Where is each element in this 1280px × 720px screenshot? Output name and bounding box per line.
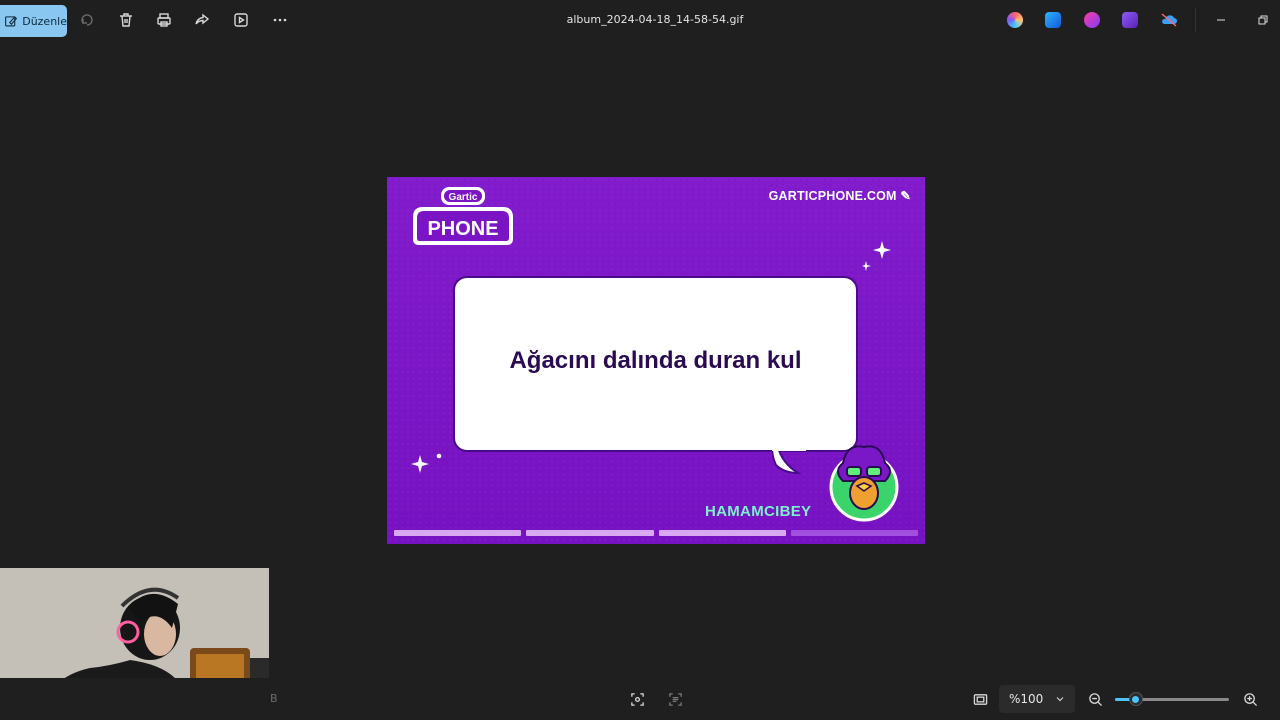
- progress-segment: [790, 530, 918, 536]
- edit-icon: [5, 16, 18, 27]
- zoom-value: %100: [1009, 692, 1044, 706]
- player-avatar: [829, 445, 899, 522]
- speech-bubble: Ağacını dalında duran kul: [453, 276, 858, 452]
- round-progress: [394, 530, 918, 536]
- minimize-icon: [1217, 19, 1225, 21]
- copilot-app-icon[interactable]: [1007, 12, 1023, 28]
- phrase-text: Ağacını dalında duran kul: [509, 347, 802, 374]
- more-icon[interactable]: [271, 11, 289, 29]
- gartic-hand-icon: ✎: [900, 189, 911, 203]
- site-url: GARTICPHONE.COM ✎: [769, 188, 911, 203]
- print-icon[interactable]: [155, 11, 173, 29]
- paint-app-icon[interactable]: [1084, 12, 1100, 28]
- progress-segment: [526, 530, 654, 536]
- rotate-icon[interactable]: [78, 11, 96, 29]
- crop-icon[interactable]: [628, 690, 646, 708]
- zoom-in-icon[interactable]: [1241, 690, 1259, 708]
- minimize-button[interactable]: [1211, 10, 1231, 30]
- site-url-text: GARTICPHONE.COM: [768, 189, 897, 203]
- toolbar-separator: [1195, 8, 1196, 32]
- zoom-slider-thumb[interactable]: [1128, 692, 1143, 706]
- restore-icon: [1258, 15, 1268, 25]
- file-title: album_2024-04-18_14-58-54.gif: [566, 13, 744, 26]
- share-icon[interactable]: [193, 11, 211, 29]
- scan-text-icon[interactable]: [666, 690, 684, 708]
- svg-text:Gartic: Gartic: [449, 192, 478, 203]
- clipchamp-app-icon[interactable]: [1122, 12, 1138, 28]
- zoom-out-icon[interactable]: [1086, 690, 1104, 708]
- speech-bubble-tail: [772, 447, 806, 475]
- status-fragment: B: [270, 692, 278, 705]
- slideshow-icon[interactable]: [232, 11, 250, 29]
- chevron-down-icon: [1056, 697, 1064, 702]
- svg-text:PHONE: PHONE: [427, 218, 498, 240]
- onedrive-app-icon[interactable]: [1160, 12, 1177, 28]
- edit-button[interactable]: Düzenle: [0, 5, 67, 37]
- title-toolbar: Düzenle album_2024-04-18_14-58-54.gif: [0, 0, 1280, 40]
- restore-button[interactable]: [1253, 10, 1273, 30]
- fit-to-window-icon[interactable]: [971, 690, 989, 708]
- displayed-image[interactable]: Gartic PHONE GARTICPHONE.COM ✎ Ağacını d…: [387, 177, 925, 544]
- edit-button-label: Düzenle: [22, 14, 67, 28]
- delete-icon[interactable]: [117, 11, 135, 29]
- progress-segment: [394, 530, 522, 536]
- progress-segment: [658, 530, 786, 536]
- sparkle-icon: [862, 241, 891, 271]
- gartic-phone-logo: Gartic PHONE: [413, 187, 513, 245]
- player-name: HAMAMCIBEY: [705, 503, 812, 520]
- zoom-dropdown[interactable]: %100: [999, 685, 1075, 713]
- sparkle-icon: [411, 453, 442, 473]
- designer-app-icon[interactable]: [1045, 12, 1061, 28]
- zoom-slider[interactable]: [1115, 692, 1229, 706]
